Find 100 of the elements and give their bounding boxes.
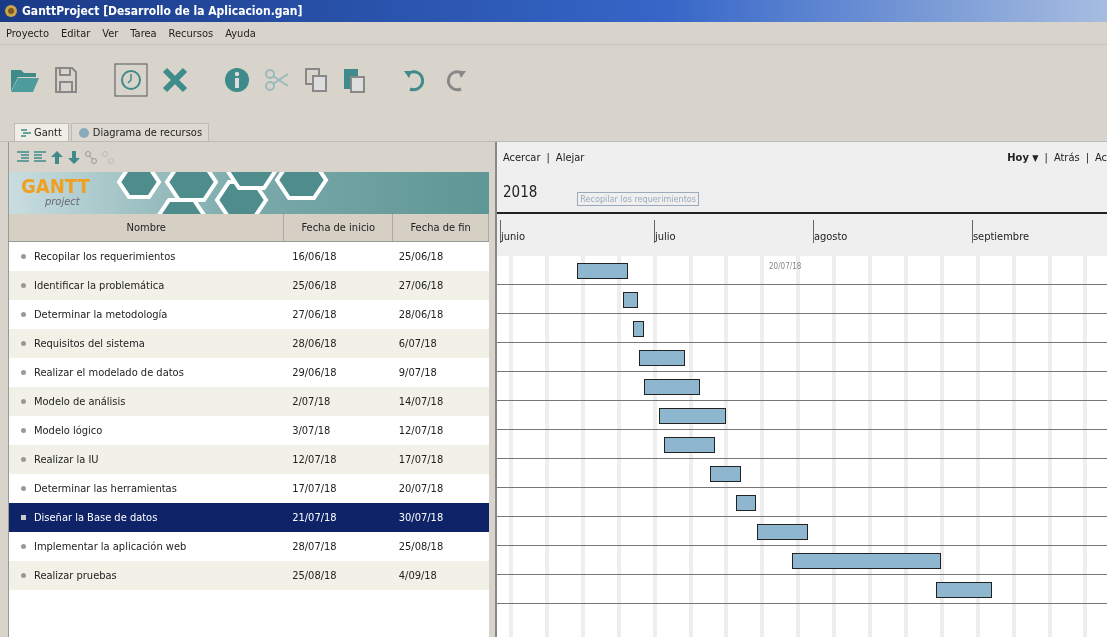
start-date: 3/07/18 (292, 424, 331, 437)
task-bar[interactable] (623, 292, 639, 308)
task-bar[interactable] (735, 495, 757, 511)
task-name: Determinar las herramientas (34, 482, 177, 495)
task-row[interactable]: Realizar pruebas 25/08/18 4/09/18 (9, 561, 489, 590)
task-bullet-icon (21, 312, 26, 317)
menu-item[interactable]: Proyecto (6, 26, 49, 40)
separator: | (546, 150, 550, 164)
tab[interactable]: Diagrama de recursos (70, 123, 210, 141)
menu-item[interactable]: Editar (60, 26, 91, 40)
end-date: 6/07/18 (398, 337, 437, 350)
task-bullet-icon (21, 399, 26, 404)
end-date: 30/07/18 (398, 511, 444, 524)
start-date: 25/06/18 (292, 279, 337, 292)
zoom-out-link[interactable]: Alejar (555, 150, 585, 164)
end-date: 12/07/18 (398, 424, 444, 437)
task-name: Realizar la IU (34, 453, 99, 466)
task-bullet-icon (21, 486, 26, 491)
task-bar[interactable] (936, 582, 993, 598)
up-arrow-icon[interactable] (51, 150, 63, 164)
task-bar[interactable] (633, 321, 644, 337)
paste-icon[interactable] (342, 66, 366, 94)
start-date: 27/06/18 (292, 308, 337, 321)
info-icon[interactable] (224, 67, 250, 93)
task-bar[interactable] (756, 524, 808, 540)
save-icon[interactable] (54, 66, 78, 94)
task-bar[interactable] (576, 263, 629, 279)
task-bullet-icon (21, 544, 26, 549)
start-date: 12/07/18 (292, 453, 337, 466)
menu-item[interactable]: Ver (102, 26, 119, 40)
month-label: septiembre (971, 220, 1030, 243)
task-name: Requisitos del sistema (34, 337, 145, 350)
task-name: Identificar la problemática (34, 279, 165, 292)
start-date: 28/06/18 (292, 337, 337, 350)
end-date: 20/07/18 (398, 482, 444, 495)
window-title: GanttProject [Desarrollo de la Aplicacion.gan] (22, 4, 303, 18)
task-name: Realizar el modelado de datos (34, 366, 184, 379)
task-bullet-icon (21, 283, 26, 288)
task-row[interactable]: Identificar la problemática 25/06/18 27/06/18 (9, 271, 489, 300)
task-bar[interactable] (710, 466, 742, 482)
gantt-icon (21, 127, 31, 138)
end-date: 17/07/18 (398, 453, 444, 466)
task-bar[interactable] (664, 437, 716, 453)
end-date: 25/06/18 (398, 250, 444, 263)
start-date: 29/06/18 (292, 366, 337, 379)
end-date: 27/06/18 (398, 279, 444, 292)
column-header[interactable]: Fecha de fin (393, 214, 489, 241)
forward-link[interactable]: Ac (1095, 150, 1107, 164)
task-bar[interactable] (638, 350, 685, 366)
task-name: Recopilar los requerimientos (34, 250, 176, 263)
task-bullet-icon (21, 341, 26, 346)
task-bar[interactable] (643, 379, 701, 395)
indent-icon[interactable] (17, 151, 29, 163)
delete-icon[interactable] (162, 67, 188, 93)
separator: | (1085, 150, 1089, 164)
column-header[interactable]: Nombre (9, 214, 285, 241)
resources-icon (77, 126, 90, 139)
task-name: Diseñar la Base de datos (34, 511, 158, 524)
task-row[interactable]: Realizar la IU 12/07/18 17/07/18 (9, 445, 489, 474)
separator: | (1044, 150, 1048, 164)
back-link[interactable]: Atrás (1053, 150, 1080, 164)
task-bullet-icon (21, 515, 26, 520)
end-date: 9/07/18 (398, 366, 437, 379)
month-label: julio (653, 220, 676, 243)
start-date: 28/07/18 (292, 540, 337, 553)
menu-item[interactable]: Tarea (130, 26, 157, 40)
copy-icon[interactable] (304, 67, 328, 93)
down-arrow-icon[interactable] (68, 150, 80, 164)
end-date: 4/09/18 (398, 569, 437, 582)
start-date: 16/06/18 (292, 250, 337, 263)
task-bullet-icon (21, 573, 26, 578)
start-date: 21/07/18 (292, 511, 337, 524)
task-name: Modelo lógico (34, 424, 103, 437)
outdent-icon[interactable] (34, 151, 46, 163)
task-name: Realizar pruebas (34, 569, 117, 582)
today-dropdown[interactable]: Hoy ▼ (1007, 150, 1039, 164)
column-header[interactable]: Fecha de inicio (284, 214, 394, 241)
menu-item[interactable]: Ayuda (225, 26, 256, 40)
month-label: junio (500, 220, 526, 243)
end-date: 14/07/18 (398, 395, 444, 408)
task-name: Implementar la aplicación web (34, 540, 187, 553)
tab[interactable]: Gantt (14, 123, 69, 141)
today-marker: 20/07/18 (769, 262, 802, 271)
end-date: 28/06/18 (398, 308, 444, 321)
task-tooltip: Recopilar los requerimientos (577, 192, 699, 206)
menu-item[interactable]: Recursos (168, 26, 214, 40)
task-bar[interactable] (792, 553, 942, 569)
task-row[interactable]: Diseñar la Base de datos 21/07/18 30/07/18 (9, 503, 489, 532)
task-row[interactable]: Modelo de análisis 2/07/18 14/07/18 (9, 387, 489, 416)
zoom-in-link[interactable]: Acercar (503, 150, 541, 164)
task-bullet-icon (21, 428, 26, 433)
task-bullet-icon (21, 457, 26, 462)
open-folder-icon[interactable] (10, 67, 40, 93)
task-row[interactable]: Requisitos del sistema 28/06/18 6/07/18 (9, 329, 489, 358)
app-icon (4, 4, 18, 18)
task-bar[interactable] (659, 408, 726, 424)
link-icon[interactable] (85, 150, 97, 164)
start-date: 2/07/18 (292, 395, 331, 408)
clock-icon[interactable] (114, 63, 148, 97)
task-bullet-icon (21, 254, 26, 259)
